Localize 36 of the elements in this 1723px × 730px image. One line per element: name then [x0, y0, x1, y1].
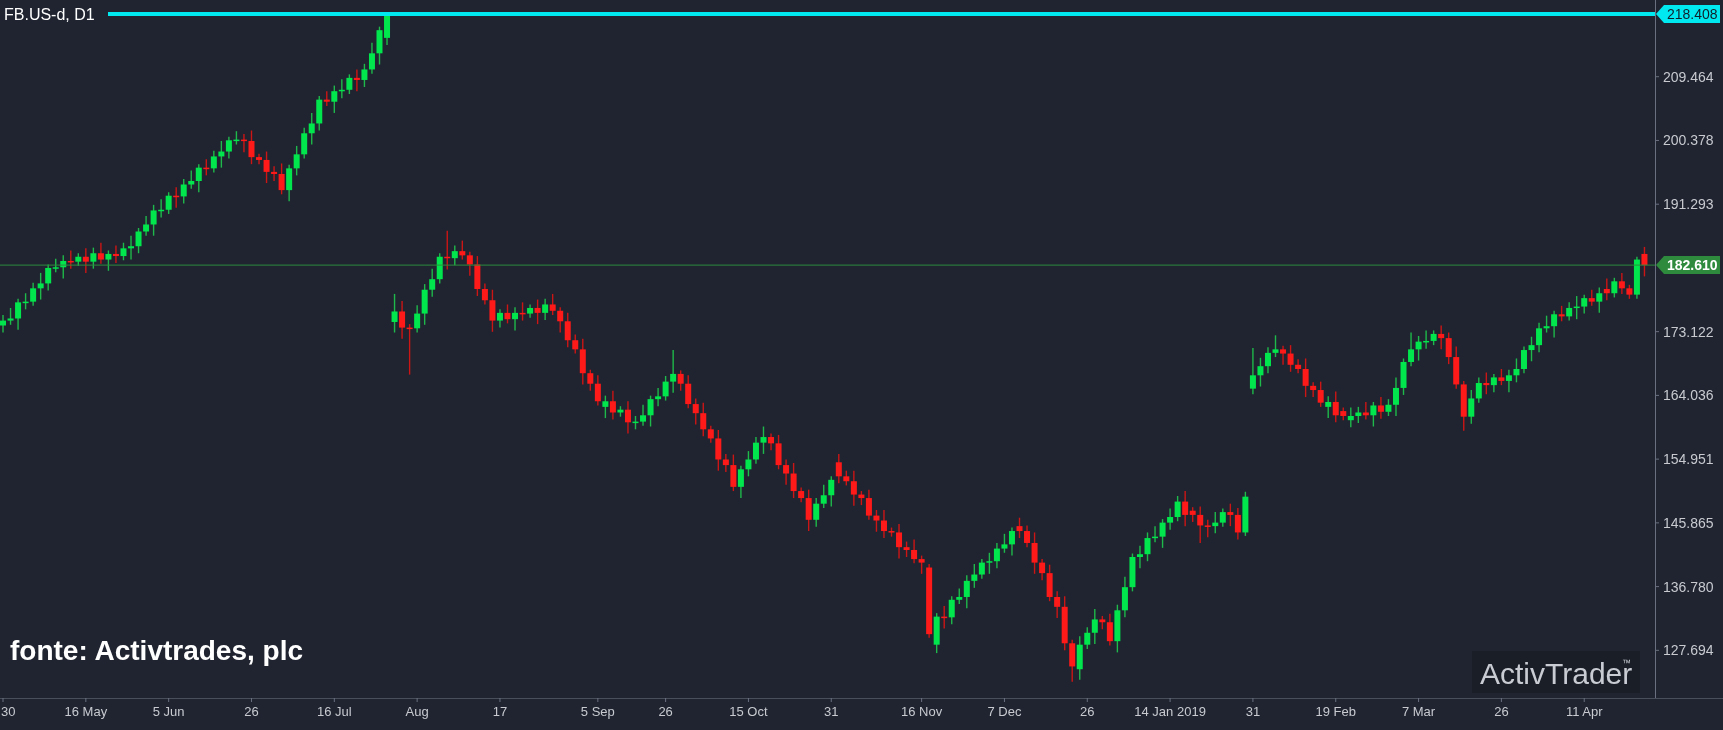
price-axis-label: 127.694	[1663, 642, 1714, 659]
price-axis-label: 154.951	[1663, 451, 1714, 468]
price-axis-label: 191.293	[1663, 196, 1714, 213]
ref-line-label: 218.408	[1667, 5, 1718, 22]
date-axis-label: 26	[1494, 704, 1509, 719]
date-axis-label: 16 Jul	[316, 704, 352, 719]
price-axis-label: 145.865	[1663, 514, 1714, 531]
date-axis-label: 14 Jan 2019	[1134, 704, 1206, 719]
date-axis-label: 31	[824, 704, 839, 719]
date-axis-label: 11 Apr	[1565, 704, 1603, 719]
price-axis-label: 209.464	[1663, 68, 1714, 85]
price-axis-label: 173.122	[1663, 323, 1714, 340]
date-axis-label: 26	[1080, 704, 1095, 719]
date-axis-label: Aug	[405, 704, 429, 719]
source-caption: fonte: Activtrades, plc	[10, 635, 303, 666]
date-axis-label: 5 Sep	[580, 704, 615, 719]
date-axis-label: 31	[1245, 704, 1261, 719]
ref-line-label: 182.610	[1667, 257, 1718, 274]
date-axis-label: 26	[244, 704, 259, 719]
date-axis-label: 16 May	[64, 704, 108, 719]
date-axis-label: 7 Dec	[987, 704, 1022, 719]
date-axis-label: 30	[1, 704, 16, 719]
date-axis-label: 19 Feb	[1315, 704, 1356, 719]
price-tag: 218.408	[1656, 4, 1720, 23]
price-axis-label: 136.780	[1663, 578, 1714, 595]
logo: ActivTrader™	[1472, 651, 1640, 693]
price-axis-label: 164.036	[1663, 387, 1714, 404]
date-axis-label: 5 Jun	[152, 704, 185, 719]
symbol-title: FB.US-d, D1	[4, 6, 95, 23]
price-tag: 182.610	[1656, 256, 1720, 275]
price-axis-label: 200.378	[1663, 132, 1714, 149]
date-axis-label: 26	[658, 704, 673, 719]
date-axis-label: 15 Oct	[729, 704, 768, 719]
date-axis-label: 7 Mar	[1401, 704, 1436, 719]
date-axis-label: 16 Nov	[901, 704, 943, 719]
date-axis-label: 17	[492, 704, 508, 719]
